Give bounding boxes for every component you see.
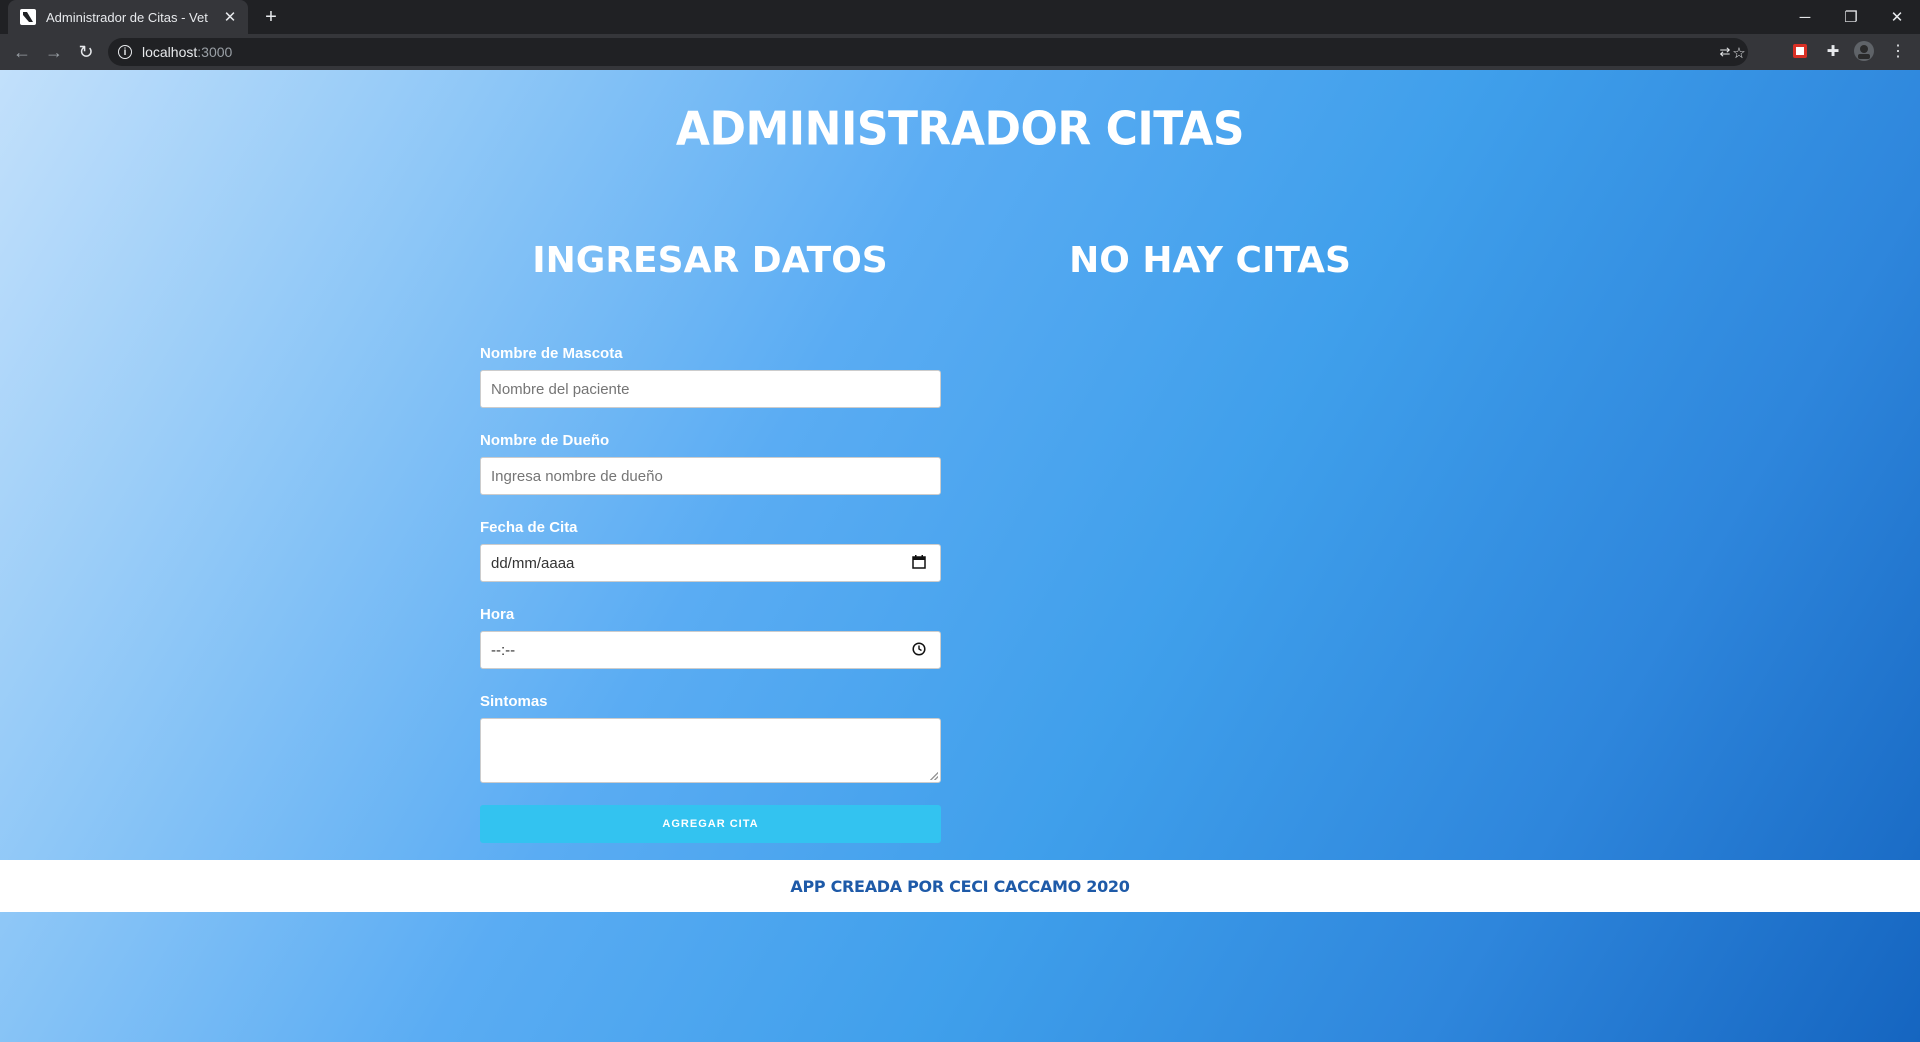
appointment-form: Nombre de Mascota Nombre del paciente No…	[480, 345, 941, 843]
profile-avatar[interactable]	[1854, 41, 1874, 61]
footer: App creada por Ceci Caccamo 2020	[0, 860, 1920, 912]
form-title: Ingresar Datos	[532, 240, 888, 281]
browser-tabstrip: Administrador de Citas - Vet ✕ + ─ ❐ ✕	[0, 0, 1920, 34]
pet-name-label: Nombre de Mascota	[480, 345, 623, 362]
url-port: :3000	[197, 44, 233, 60]
minimize-button[interactable]: ─	[1782, 0, 1828, 34]
calendar-icon[interactable]	[912, 555, 926, 572]
owner-name-label: Nombre de Dueño	[480, 432, 610, 449]
tab-title: Administrador de Citas - Vet	[46, 9, 208, 25]
resize-handle-icon[interactable]	[930, 772, 938, 780]
tab-close-icon[interactable]: ✕	[222, 8, 238, 26]
new-tab-button[interactable]: +	[258, 4, 284, 30]
date-label: Fecha de Cita	[480, 519, 578, 536]
footer-text: App creada por Ceci Caccamo 2020	[790, 876, 1130, 896]
page-content: Administrador Citas Ingresar Datos No ha…	[0, 70, 1920, 1042]
address-bar[interactable]: i localhost :3000 ⇄ ☆	[108, 38, 1748, 66]
date-value: dd/mm/aaaa	[491, 554, 575, 572]
restore-button[interactable]: ❐	[1828, 0, 1874, 34]
pet-name-input[interactable]: Nombre del paciente	[480, 370, 941, 408]
clock-icon[interactable]	[912, 642, 926, 659]
browser-tab[interactable]: Administrador de Citas - Vet ✕	[8, 0, 248, 34]
url-host: localhost	[142, 44, 198, 60]
bookmark-star-icon[interactable]: ☆	[1730, 44, 1748, 62]
forward-icon[interactable]: →	[40, 38, 68, 66]
time-input[interactable]: --:--	[480, 631, 941, 669]
reload-icon[interactable]: ↻	[72, 38, 100, 66]
menu-kebab-icon[interactable]: ⋮	[1888, 41, 1908, 61]
appointments-title: No hay citas	[1069, 240, 1351, 281]
time-value: --:--	[491, 641, 516, 659]
extensions-puzzle-icon[interactable]: ✚	[1823, 41, 1843, 61]
site-info-icon[interactable]: i	[118, 45, 132, 59]
close-window-button[interactable]: ✕	[1874, 0, 1920, 34]
favicon-icon	[20, 9, 36, 25]
owner-name-input[interactable]: Ingresa nombre de dueño	[480, 457, 941, 495]
extension-red-icon[interactable]	[1790, 41, 1810, 61]
back-icon[interactable]: ←	[8, 38, 36, 66]
page-title: Administrador Citas	[675, 102, 1245, 157]
symptoms-textarea[interactable]	[480, 718, 941, 783]
date-input[interactable]: dd/mm/aaaa	[480, 544, 941, 582]
browser-toolbar: ← → ↻ i localhost :3000 ⇄ ☆ ✚ ⋮	[0, 34, 1920, 70]
time-label: Hora	[480, 606, 515, 623]
symptoms-label: Sintomas	[480, 693, 548, 710]
add-appointment-button[interactable]: Agregar Cita	[480, 805, 941, 843]
